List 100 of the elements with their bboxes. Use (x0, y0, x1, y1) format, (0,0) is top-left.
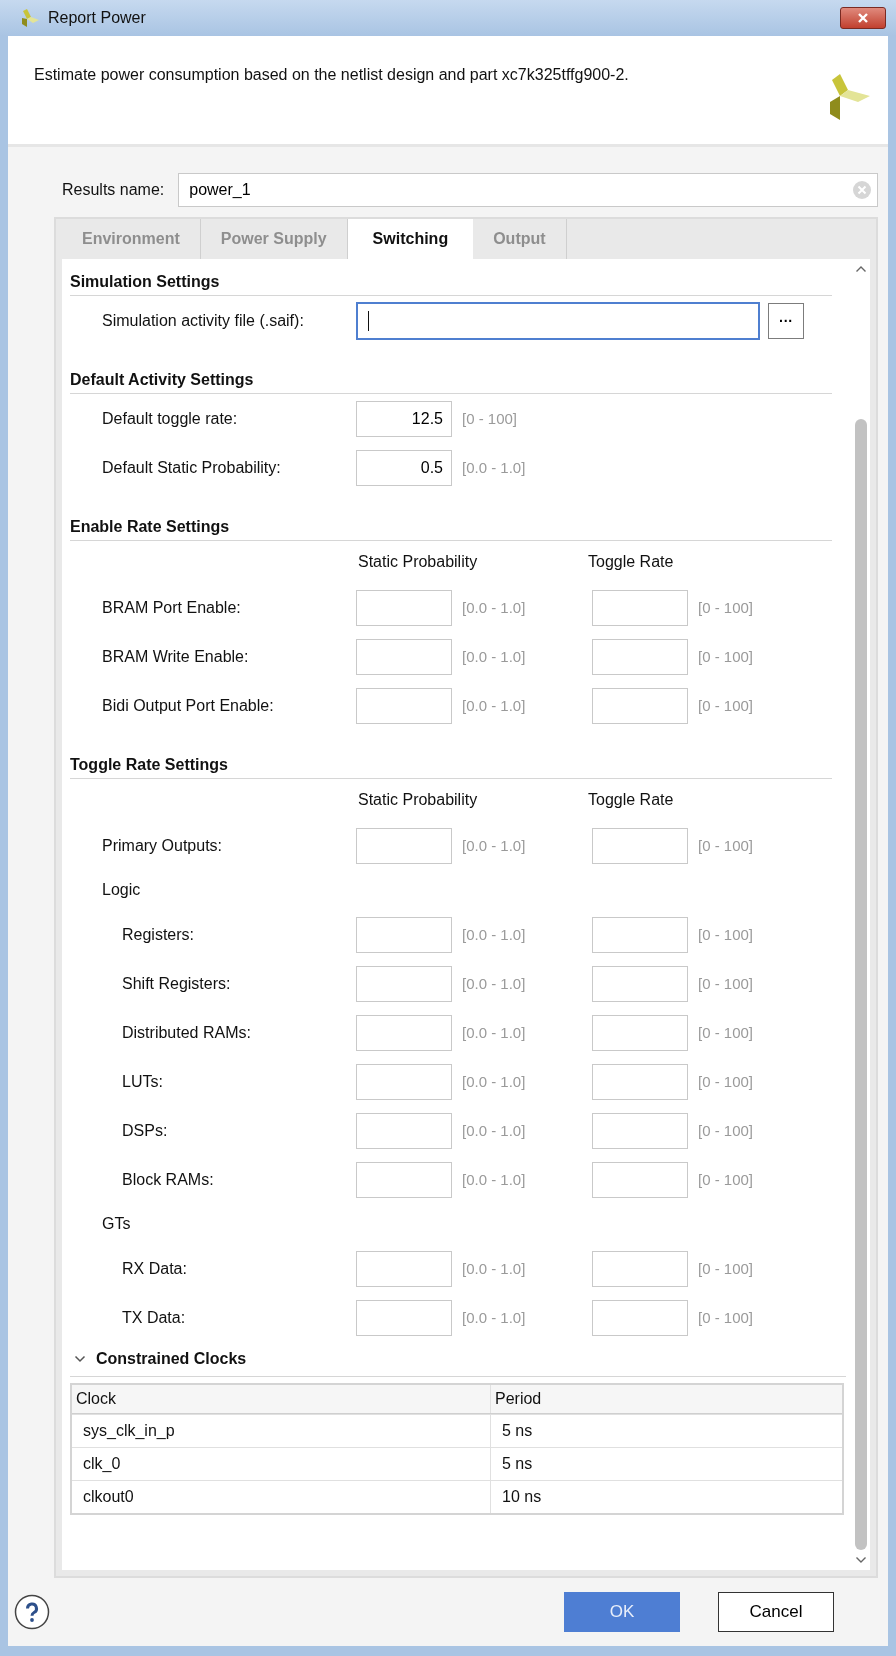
range-hint: [0 - 100] (697, 1260, 755, 1277)
section-title: Simulation Settings (70, 273, 220, 291)
scrollbar-thumb[interactable] (855, 419, 867, 1550)
number-field[interactable] (592, 916, 688, 953)
range-hint: [0 - 100] (697, 1073, 755, 1090)
description-text: Estimate power consumption based on the netlist design and part xc7k325tffg900-2. (34, 66, 629, 84)
number-field[interactable] (356, 965, 452, 1002)
range-hint: [0.0 - 1.0] (461, 697, 527, 714)
field-label: LUTs: (121, 1072, 164, 1091)
range-hint: [0 - 100] (697, 926, 755, 943)
close-button[interactable] (840, 7, 886, 29)
column-heading: Toggle Rate (587, 791, 674, 809)
number-field[interactable] (356, 589, 452, 626)
range-hint: [0.0 - 1.0] (461, 975, 527, 992)
browse-button[interactable]: ··· (768, 302, 804, 339)
number-field[interactable]: 12.5 (356, 400, 452, 437)
range-hint: [0.0 - 1.0] (461, 1122, 527, 1139)
table-cell-text: 5 ns (501, 1421, 534, 1441)
table-cell-text: 5 ns (501, 1454, 534, 1474)
close-icon[interactable] (857, 12, 869, 24)
range-hint: [0.0 - 1.0] (461, 926, 527, 943)
range-hint: [0.0 - 1.0] (461, 599, 527, 616)
number-field[interactable] (592, 687, 688, 724)
field-label: RX Data: (121, 1259, 188, 1278)
file-path-field[interactable] (356, 301, 760, 340)
number-field[interactable] (356, 1299, 452, 1336)
range-hint: [0.0 - 1.0] (461, 1171, 527, 1188)
number-field[interactable] (356, 1112, 452, 1149)
range-hint: [0 - 100] (461, 410, 519, 427)
scroll-down-icon[interactable] (855, 1556, 867, 1564)
number-field[interactable] (356, 1250, 452, 1287)
number-field[interactable] (356, 1014, 452, 1051)
group-label: GTs (102, 1215, 131, 1233)
number-field[interactable] (356, 827, 452, 864)
range-hint: [0 - 100] (697, 1309, 755, 1326)
range-hint: [0.0 - 1.0] (461, 1024, 527, 1041)
range-hint: [0.0 - 1.0] (461, 459, 527, 476)
table-cell: clk_0 (72, 1448, 491, 1480)
section-title: Constrained Clocks (96, 1350, 247, 1368)
number-field[interactable] (592, 1299, 688, 1336)
number-field[interactable] (592, 638, 688, 675)
range-hint: [0 - 100] (697, 1024, 755, 1041)
range-hint: [0 - 100] (697, 599, 755, 616)
field-label: Shift Registers: (121, 974, 232, 993)
tab[interactable]: Switching (347, 219, 474, 259)
chevron-icon[interactable] (74, 1355, 86, 1363)
range-hint: [0.0 - 1.0] (461, 1260, 527, 1277)
results-name-field[interactable]: power_1 (178, 173, 878, 207)
table-cell: sys_clk_in_p (72, 1415, 491, 1447)
window-title: Report Power (48, 9, 147, 27)
field-label: Simulation activity file (.saif): (101, 311, 305, 330)
range-hint: [0.0 - 1.0] (461, 837, 527, 854)
column-heading: Static Probability (357, 553, 479, 571)
field-label: Results name: (62, 181, 165, 199)
field-label: TX Data: (121, 1308, 187, 1327)
field-label: Distributed RAMs: (121, 1023, 252, 1042)
column-heading: Static Probability (357, 791, 479, 809)
help-button[interactable] (14, 1594, 50, 1630)
section-title: Toggle Rate Settings (70, 756, 228, 774)
field-label: Bidi Output Port Enable: (101, 696, 275, 715)
number-field[interactable] (592, 1112, 688, 1149)
number-field[interactable] (592, 965, 688, 1002)
number-field[interactable]: 0.5 (356, 449, 452, 486)
range-hint: [0.0 - 1.0] (461, 1309, 527, 1326)
range-hint: [0.0 - 1.0] (461, 648, 527, 665)
range-hint: [0 - 100] (697, 697, 755, 714)
number-field[interactable] (592, 1161, 688, 1198)
logo-icon (20, 8, 40, 28)
scroll-up-icon[interactable] (855, 265, 867, 273)
section-title: Enable Rate Settings (70, 518, 230, 536)
column-heading: Toggle Rate (587, 553, 674, 571)
number-field[interactable] (356, 687, 452, 724)
number-field[interactable] (592, 589, 688, 626)
field-label: Block RAMs: (121, 1170, 215, 1189)
number-field[interactable] (592, 1063, 688, 1100)
field-label: BRAM Write Enable: (101, 647, 250, 666)
range-hint: [0 - 100] (697, 975, 755, 992)
field-label: Default Static Probability: (101, 458, 282, 477)
number-field[interactable] (592, 1014, 688, 1051)
cancel-button[interactable]: Cancel (718, 1592, 834, 1632)
field-label: BRAM Port Enable: (101, 598, 242, 617)
number-field[interactable] (356, 916, 452, 953)
range-hint: [0 - 100] (697, 1122, 755, 1139)
range-hint: [0 - 100] (697, 837, 755, 854)
field-label: DSPs: (121, 1121, 169, 1140)
field-label: Default toggle rate: (101, 409, 239, 428)
clear-icon[interactable] (852, 180, 872, 200)
section-title: Default Activity Settings (70, 371, 254, 389)
field-label: Registers: (121, 925, 196, 944)
number-field[interactable] (356, 1063, 452, 1100)
number-field[interactable] (356, 638, 452, 675)
number-field[interactable] (592, 827, 688, 864)
table-cell: clkout0 (72, 1481, 491, 1513)
table-cell-text: 10 ns (501, 1487, 543, 1507)
group-label: Logic (102, 881, 141, 899)
number-field[interactable] (356, 1161, 452, 1198)
number-field[interactable] (592, 1250, 688, 1287)
column-header[interactable]: Period (491, 1385, 842, 1413)
column-header[interactable]: Clock (72, 1385, 491, 1413)
field-label: Primary Outputs: (101, 836, 224, 855)
